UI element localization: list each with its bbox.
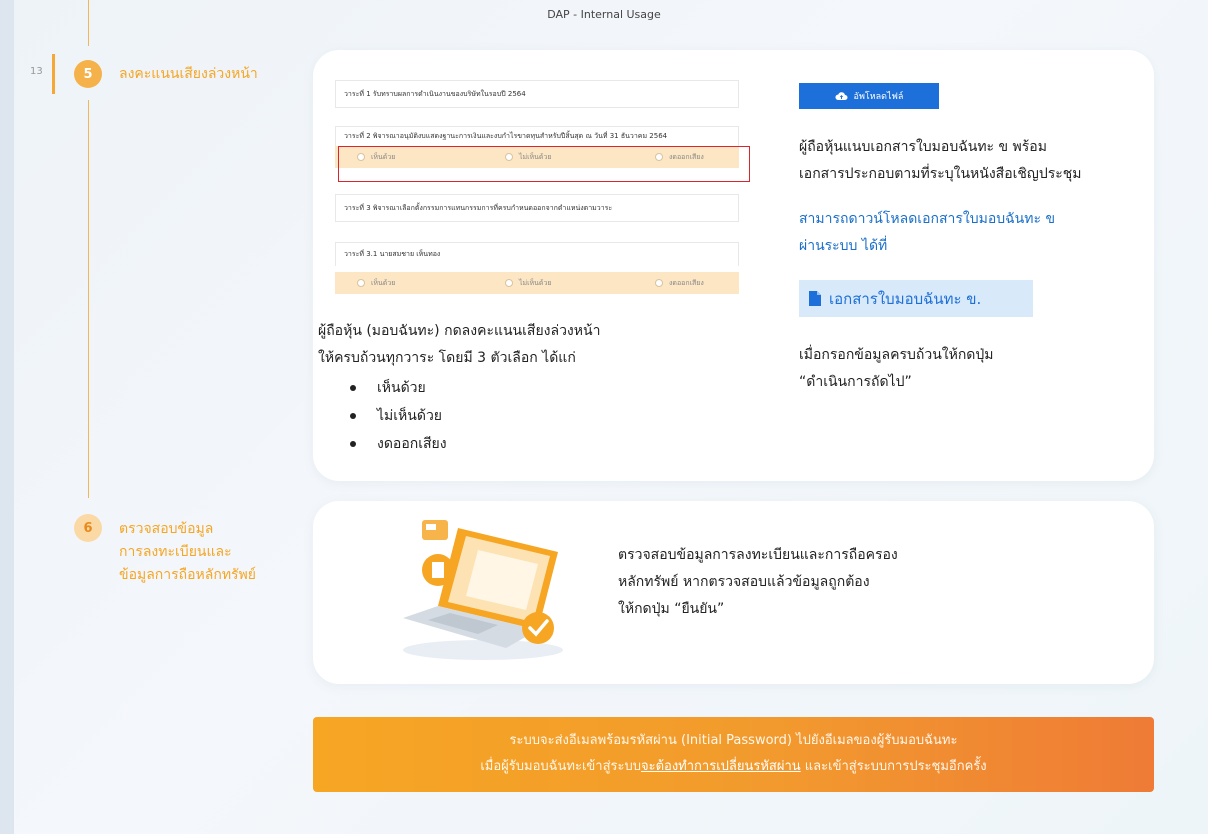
- verify-line: ตรวจสอบข้อมูลการลงทะเบียนและการถือครอง: [618, 547, 898, 563]
- proxy-document-link[interactable]: เอกสารใบมอบฉันทะ ข.: [799, 280, 1033, 317]
- cloud-upload-icon: [834, 92, 848, 100]
- option-abstain: งดออกเสียง: [655, 278, 704, 289]
- radio-icon: [655, 279, 663, 287]
- next-step-note: เมื่อกรอกข้อมูลครบถ้วนให้กดปุ่ม “ดำเนินก…: [799, 342, 1149, 396]
- document-icon: [809, 291, 821, 306]
- option-label: ไม่เห็นด้วย: [519, 278, 552, 287]
- timeline-line-middle: [88, 100, 89, 498]
- step-6-label-line: ตรวจสอบข้อมูล: [119, 521, 214, 537]
- banner-emphasis: จะต้องทำการเปลี่ยนรหัสผ่าน: [640, 759, 801, 774]
- agenda-3-1-options: เห็นด้วย ไม่เห็นด้วย งดออกเสียง: [335, 272, 739, 294]
- verify-line: ให้กดปุ่ม “ยืนยัน”: [618, 601, 725, 617]
- document-link-label: เอกสารใบมอบฉันทะ ข.: [829, 289, 982, 308]
- password-notice-banner: ระบบจะส่งอีเมลพร้อมรหัสผ่าน (Initial Pas…: [313, 717, 1154, 792]
- upload-button-label: อัพโหลดไฟล์: [853, 92, 904, 102]
- verify-text: ตรวจสอบข้อมูลการลงทะเบียนและการถือครอง ห…: [618, 542, 1018, 623]
- upload-file-button[interactable]: อัพโหลดไฟล์: [799, 83, 939, 109]
- option-label: งดออกเสียง: [669, 278, 704, 287]
- banner-line-2-suffix: และเข้าสู่ระบบการประชุมอีกครั้ง: [800, 759, 987, 774]
- option-label: เห็นด้วย: [371, 278, 396, 287]
- banner-line-2-prefix: เมื่อผู้รับมอบฉันทะเข้าสู่ระบบ: [480, 759, 641, 774]
- download-note: สามารถดาวน์โหลดเอกสารใบมอบฉันทะ ข ผ่านระ…: [799, 206, 1149, 260]
- step-6-circle: 6: [74, 514, 102, 542]
- vote-instruction-line: ผู้ถือหุ้น (มอบฉันทะ) กดลงคะแนนเสียงล่วง…: [318, 323, 601, 339]
- step-5-label: ลงคะแนนเสียงล่วงหน้า: [119, 63, 258, 86]
- laptop-illustration-icon: [403, 520, 563, 660]
- agenda-row-3: วาระที่ 3 พิจารณาเลือกตั้งกรรมการแทนกรรม…: [335, 194, 739, 222]
- next-note-line: เมื่อกรอกข้อมูลครบถ้วนให้กดปุ่ม: [799, 347, 994, 363]
- page-marker: [52, 54, 55, 94]
- option-disagree: ไม่เห็นด้วย: [505, 278, 552, 289]
- highlight-box: [338, 146, 750, 182]
- download-note-line: ผ่านระบบ ได้ที่: [799, 238, 888, 254]
- timeline-line-top: [88, 0, 89, 46]
- bullet-item: ไม่เห็นด้วย: [350, 406, 442, 426]
- left-edge-strip: [0, 0, 14, 834]
- next-note-line: “ดำเนินการถัดไป”: [799, 374, 912, 390]
- step-6-label-line: ข้อมูลการถือหลักทรัพย์: [119, 567, 256, 583]
- download-note-line: สามารถดาวน์โหลดเอกสารใบมอบฉันทะ ข: [799, 211, 1056, 227]
- banner-line-2: เมื่อผู้รับมอบฉันทะเข้าสู่ระบบจะต้องทำกา…: [313, 754, 1154, 780]
- radio-icon: [505, 279, 513, 287]
- bullet-text: ไม่เห็นด้วย: [377, 408, 443, 424]
- banner-line-1: ระบบจะส่งอีเมลพร้อมรหัสผ่าน (Initial Pas…: [509, 733, 958, 748]
- page-number: 13: [30, 66, 43, 77]
- vote-instruction-line: ให้ครบถ้วนทุกวาระ โดยมี 3 ตัวเลือก ได้แก…: [318, 350, 576, 366]
- step-5-label-line: ลงคะแนนเสียงล่วงหน้า: [119, 66, 258, 82]
- bullet-item: งดออกเสียง: [350, 434, 447, 454]
- bullet-text: เห็นด้วย: [377, 380, 426, 396]
- upload-instruction-line: เอกสารประกอบตามที่ระบุในหนังสือเชิญประชุ…: [799, 166, 1082, 182]
- agenda-row-1: วาระที่ 1 รับทราบผลการดำเนินงานของบริษัท…: [335, 80, 739, 108]
- vote-instructions: ผู้ถือหุ้น (มอบฉันทะ) กดลงคะแนนเสียงล่วง…: [318, 318, 738, 372]
- option-agree: เห็นด้วย: [357, 278, 395, 289]
- agenda-row-3-1: วาระที่ 3.1 นายสมชาย เห็นทอง: [335, 242, 739, 266]
- header-title: DAP - Internal Usage: [547, 8, 661, 21]
- bullet-item: เห็นด้วย: [350, 378, 426, 398]
- step-6-label-line: การลงทะเบียนและ: [119, 544, 232, 560]
- upload-instruction-line: ผู้ถือหุ้นแนบเอกสารใบมอบฉันทะ ข พร้อม: [799, 139, 1047, 155]
- bullet-text: งดออกเสียง: [377, 436, 447, 452]
- step-5-circle: 5: [74, 60, 102, 88]
- agenda-row-2: วาระที่ 2 พิจารณาอนุมัติงบแสดงฐานะการเงิ…: [335, 126, 739, 146]
- radio-icon: [357, 279, 365, 287]
- verify-line: หลักทรัพย์ หากตรวจสอบแล้วข้อมูลถูกต้อง: [618, 574, 870, 590]
- upload-instructions: ผู้ถือหุ้นแนบเอกสารใบมอบฉันทะ ข พร้อม เอ…: [799, 134, 1149, 188]
- step-6-label: ตรวจสอบข้อมูล การลงทะเบียนและ ข้อมูลการถ…: [119, 518, 256, 587]
